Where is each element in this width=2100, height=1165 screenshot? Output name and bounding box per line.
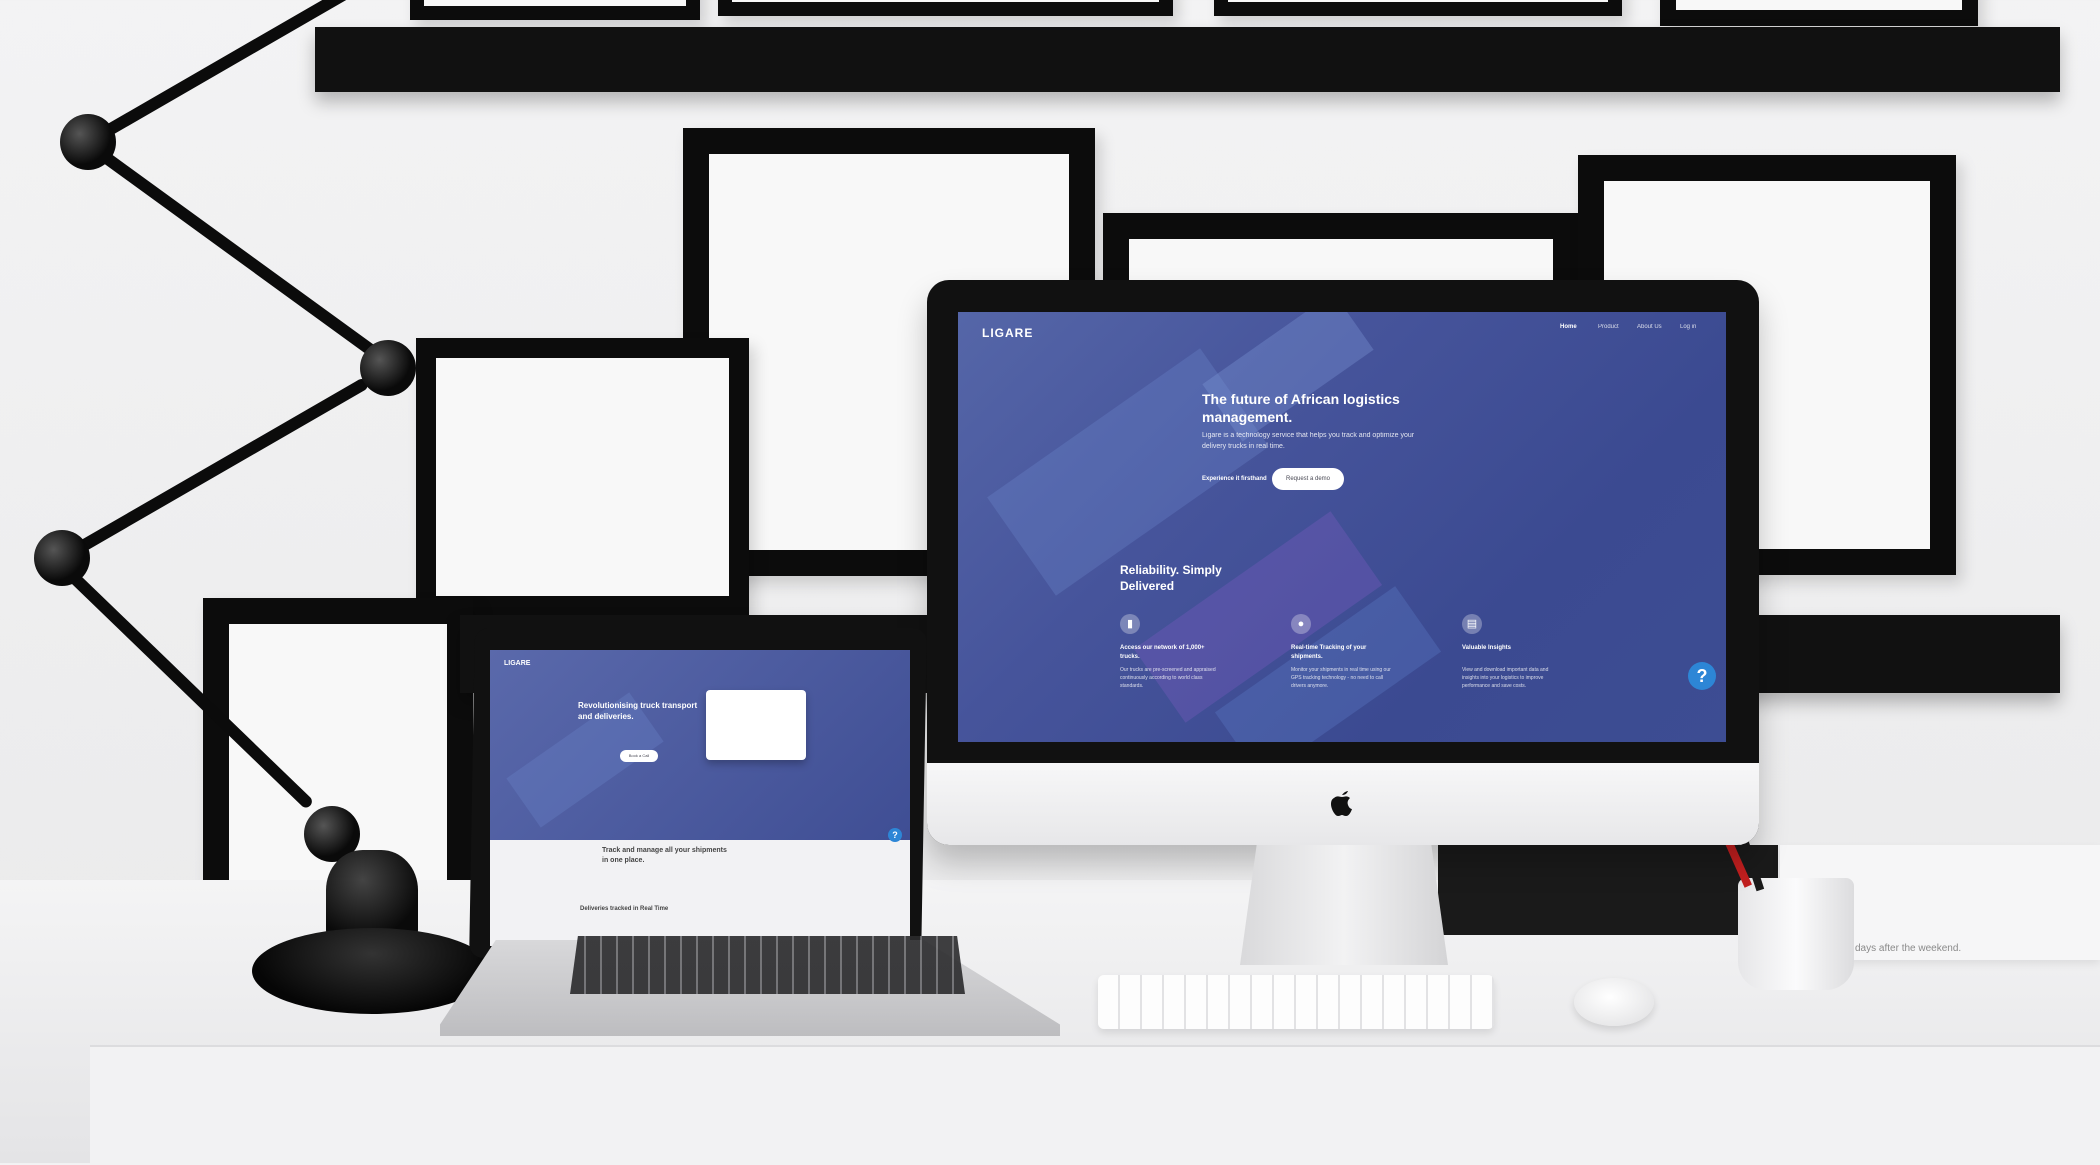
lamp-arm <box>59 376 370 564</box>
site-logo[interactable]: LIGARE <box>982 326 1033 340</box>
feature-text: View and download important data and ins… <box>1462 667 1549 689</box>
nav-home[interactable]: Home <box>1560 324 1577 330</box>
pencil-cup <box>1738 878 1854 990</box>
nav-login[interactable]: Log in <box>1680 324 1696 330</box>
imac-screen: LIGARE Home Product About Us Log in The … <box>958 312 1726 742</box>
laptop-screen: LIGARE Revolutionising truck transport a… <box>490 650 910 946</box>
feature-title: Real-time Tracking of your shipments. <box>1291 645 1367 660</box>
request-demo-button[interactable]: Request a demo <box>1272 468 1344 490</box>
laptop-help-button[interactable]: ? <box>888 828 902 842</box>
feature-title: Access our network of 1,000+ trucks. <box>1120 645 1205 660</box>
wall-frame <box>1660 0 1978 26</box>
apple-logo-icon <box>1328 786 1356 818</box>
laptop-logo[interactable]: LIGARE <box>504 660 530 667</box>
nav-product[interactable]: Product <box>1598 324 1619 330</box>
keyboard[interactable] <box>1098 975 1494 1029</box>
nav-about-us[interactable]: About Us <box>1637 324 1662 330</box>
desk-box <box>1438 845 1778 935</box>
help-button[interactable]: ? <box>1688 662 1716 690</box>
wall-frame <box>718 0 1173 16</box>
imac-stand <box>1240 845 1448 965</box>
feature-text: Our trucks are pre-screened and appraise… <box>1120 667 1216 689</box>
laptop-keyboard <box>570 936 965 994</box>
laptop-section-title: Track and manage all your shipments in o… <box>602 847 727 864</box>
laptop-hero-title: Revolutionising truck transport and deli… <box>578 701 698 721</box>
lamp-arm <box>86 141 381 360</box>
truck-icon: ▮ <box>1120 614 1140 634</box>
laptop-hero: LIGARE Revolutionising truck transport a… <box>490 650 910 840</box>
dashboard-mockup <box>706 690 806 760</box>
lamp-joint <box>60 114 116 170</box>
hero-text: Ligare is a technology service that help… <box>1202 432 1415 450</box>
hero-title: The future of African logistics manageme… <box>1202 391 1400 425</box>
wall-frame <box>1214 0 1622 16</box>
desk-front <box>90 1045 2100 1165</box>
lamp-joint <box>34 530 90 586</box>
mouse[interactable] <box>1574 978 1654 1026</box>
location-pin-icon: ● <box>1291 614 1311 634</box>
lamp-joint <box>360 340 416 396</box>
feature-title: Valuable Insights <box>1462 645 1512 651</box>
top-shelf <box>315 27 2060 92</box>
cta-link[interactable]: Experience it firsthand <box>1202 476 1267 482</box>
wall-frame <box>416 338 749 616</box>
book-call-button[interactable]: Book a Call <box>620 750 658 762</box>
wall-frame <box>410 0 700 20</box>
section-title: Reliability. Simply Delivered <box>1120 563 1222 593</box>
desk-note-text: days after the weekend. <box>1855 943 1962 954</box>
laptop-feature-title: Deliveries tracked in Real Time <box>580 906 669 912</box>
feature-text: Monitor your shipments in real time usin… <box>1291 667 1391 689</box>
document-icon: ▤ <box>1462 614 1482 634</box>
